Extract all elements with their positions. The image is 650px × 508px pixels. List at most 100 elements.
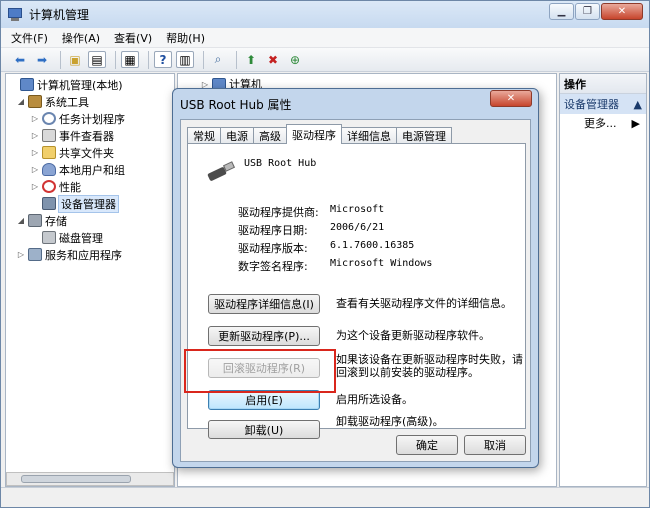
tree-local-users[interactable]: ▷ 本地用户和组 xyxy=(30,161,125,178)
dialog-title[interactable]: USB Root Hub 属性 xyxy=(180,96,292,113)
tree-services[interactable]: ▷ 服务和应用程序 xyxy=(16,246,122,263)
minimize-button[interactable]: ▁ xyxy=(549,3,574,20)
event-log-icon xyxy=(42,129,56,142)
collapse-triangle-icon[interactable]: ◢ xyxy=(16,216,26,225)
menu-help[interactable]: 帮助(H) xyxy=(166,30,205,46)
driver-details-description: 查看有关驱动程序文件的详细信息。 xyxy=(336,297,512,310)
tree-device-manager[interactable]: 设备管理器 xyxy=(30,194,119,213)
update-driver-description: 为这个设备更新驱动程序软件。 xyxy=(336,329,490,342)
action-pane-icon[interactable]: ▥ xyxy=(176,51,194,68)
toolbar-separator xyxy=(115,50,116,69)
tree-root[interactable]: 计算机管理(本地) xyxy=(8,76,123,93)
ok-button[interactable]: 确定 xyxy=(396,435,458,455)
expand-triangle-icon[interactable]: ▷ xyxy=(30,131,40,140)
restore-icon: ❐ xyxy=(583,6,592,17)
info-date: 驱动程序日期: 2006/6/21 xyxy=(238,222,384,237)
window-titlebar[interactable]: 计算机管理 ▁ ❐ ✕ xyxy=(1,1,649,28)
toolbar-separator xyxy=(203,50,204,69)
up-folder-icon[interactable]: ▣ xyxy=(66,51,84,68)
chevron-right-icon: ▶ xyxy=(631,116,640,130)
update-driver-icon[interactable]: ⬆ xyxy=(242,51,260,68)
disk-icon xyxy=(42,231,56,244)
actions-pane: 操作 设备管理器 ▲ 更多... ▶ xyxy=(559,73,647,487)
close-icon: ✕ xyxy=(506,93,516,104)
tree-event-viewer[interactable]: ▷ 事件查看器 xyxy=(30,127,114,144)
expand-triangle-icon[interactable]: ▷ xyxy=(30,148,40,157)
tab-power-management[interactable]: 电源管理 xyxy=(396,127,452,144)
storage-icon xyxy=(28,214,42,227)
tab-power[interactable]: 电源 xyxy=(220,127,254,144)
highlight-box xyxy=(184,349,336,393)
close-button[interactable]: ✕ xyxy=(601,3,643,20)
tree-disk-management[interactable]: 磁盘管理 xyxy=(30,229,103,246)
tab-advanced[interactable]: 高级 xyxy=(253,127,287,144)
tree-horizontal-scrollbar[interactable] xyxy=(6,472,174,486)
usb-root-hub-properties-dialog: USB Root Hub 属性 ✕ 常规 电源 高级 驱动程序 详细信息 电源管… xyxy=(172,88,539,468)
clock-icon xyxy=(42,112,56,125)
tab-details[interactable]: 详细信息 xyxy=(341,127,397,144)
cancel-button[interactable]: 取消 xyxy=(464,435,526,455)
tree-label: 事件查看器 xyxy=(59,129,114,143)
toolbar-separator xyxy=(236,50,237,69)
dialog-body: 常规 电源 高级 驱动程序 详细信息 电源管理 USB Root Hub 驱动程… xyxy=(180,119,531,462)
toolbar-separator xyxy=(60,50,61,69)
property-tabs: 常规 电源 高级 驱动程序 详细信息 电源管理 xyxy=(187,124,452,144)
tree-label: 性能 xyxy=(59,180,81,194)
device-manager-icon xyxy=(42,197,56,210)
tree-system-tools[interactable]: ◢ 系统工具 xyxy=(16,93,89,110)
info-signer: 数字签名程序: Microsoft Windows xyxy=(238,258,433,273)
users-icon xyxy=(42,163,56,176)
info-value: Microsoft Windows xyxy=(330,258,433,269)
rollback-description-line1: 如果该设备在更新驱动程序时失败，请 xyxy=(336,353,523,366)
tree-label: 设备管理器 xyxy=(58,194,119,213)
enable-device-icon[interactable]: ⊕ xyxy=(286,51,304,68)
help-icon[interactable]: ? xyxy=(154,51,172,68)
enable-description: 启用所选设备。 xyxy=(336,393,413,406)
info-version: 驱动程序版本: 6.1.7600.16385 xyxy=(238,240,414,255)
forward-icon[interactable]: ➡ xyxy=(33,51,51,68)
dialog-close-button[interactable]: ✕ xyxy=(490,90,532,107)
expand-triangle-icon[interactable]: ▷ xyxy=(16,250,26,259)
uninstall-button[interactable]: 卸载(U) xyxy=(208,420,320,439)
minimize-icon: ▁ xyxy=(557,6,566,17)
tree-storage[interactable]: ◢ 存储 xyxy=(16,212,67,229)
expand-triangle-icon[interactable]: ▷ xyxy=(30,114,40,123)
menu-action[interactable]: 操作(A) xyxy=(62,30,100,46)
computer-management-icon xyxy=(7,7,23,22)
info-key: 驱动程序版本: xyxy=(238,242,308,255)
window-title: 计算机管理 xyxy=(29,8,90,22)
uninstall-description: 卸载驱动程序(高级)。 xyxy=(336,415,444,428)
tree-label: 本地用户和组 xyxy=(59,163,125,177)
show-hide-tree-icon[interactable]: ▤ xyxy=(88,51,106,68)
scrollbar-thumb[interactable] xyxy=(21,475,131,483)
toolbar: ⬅ ➡ ▣ ▤ ▦ ? ▥ ⌕ ⬆ ✖ ⊕ xyxy=(1,48,649,72)
scan-hardware-icon[interactable]: ⌕ xyxy=(209,51,227,68)
uninstall-icon[interactable]: ✖ xyxy=(264,51,282,68)
menu-bar: 文件(F) 操作(A) 查看(V) 帮助(H) xyxy=(1,28,649,48)
actions-section-device-manager[interactable]: 设备管理器 ▲ xyxy=(560,94,646,114)
collapse-triangle-icon[interactable]: ◢ xyxy=(16,97,26,106)
properties-icon[interactable]: ▦ xyxy=(121,51,139,68)
actions-header: 操作 xyxy=(560,74,646,94)
expand-triangle-icon[interactable]: ▷ xyxy=(30,165,40,174)
actions-more[interactable]: 更多... ▶ xyxy=(560,114,646,132)
update-driver-button[interactable]: 更新驱动程序(P)... xyxy=(208,326,320,346)
enable-button[interactable]: 启用(E) xyxy=(208,390,320,410)
tab-general[interactable]: 常规 xyxy=(187,127,221,144)
menu-file[interactable]: 文件(F) xyxy=(11,30,48,46)
tab-driver[interactable]: 驱动程序 xyxy=(286,124,342,144)
tree-task-scheduler[interactable]: ▷ 任务计划程序 xyxy=(30,110,125,127)
services-icon xyxy=(28,248,42,261)
tree-performance[interactable]: ▷ 性能 xyxy=(30,178,81,195)
tree-shared-folders[interactable]: ▷ 共享文件夹 xyxy=(30,144,114,161)
computer-management-icon xyxy=(20,78,34,91)
back-icon[interactable]: ⬅ xyxy=(11,51,29,68)
menu-view[interactable]: 查看(V) xyxy=(114,30,152,46)
tree-label: 磁盘管理 xyxy=(59,231,103,245)
driver-details-button[interactable]: 驱动程序详细信息(I) xyxy=(208,294,320,314)
toolbar-separator xyxy=(148,50,149,69)
expand-triangle-icon[interactable]: ▷ xyxy=(30,182,40,191)
performance-icon xyxy=(42,180,56,193)
usb-plug-icon xyxy=(207,160,236,182)
maximize-button[interactable]: ❐ xyxy=(575,3,600,20)
